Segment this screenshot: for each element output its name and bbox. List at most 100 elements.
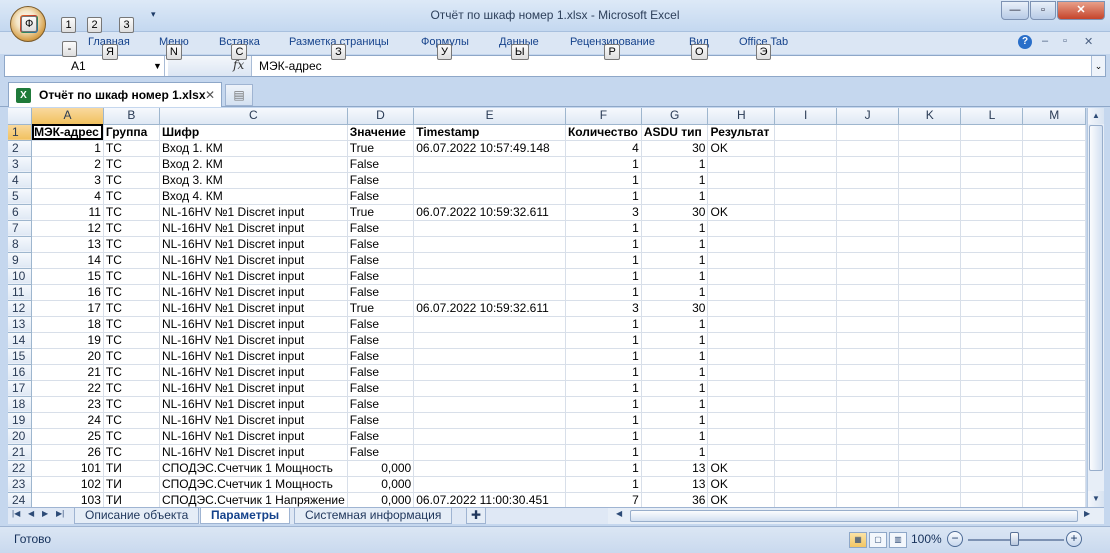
cell[interactable]: ТС	[103, 236, 160, 253]
cell[interactable]: 1	[641, 220, 709, 237]
column-header[interactable]: H	[707, 108, 776, 125]
cell[interactable]	[1022, 412, 1086, 429]
cell[interactable]: ТС	[103, 252, 160, 269]
sheet-tab-system-info[interactable]: Системная информация	[294, 508, 453, 524]
cell[interactable]	[413, 332, 566, 349]
cell[interactable]: 15	[31, 268, 104, 285]
cell[interactable]: NL-16HV №1 Discret input	[159, 284, 348, 301]
cell[interactable]	[898, 460, 962, 477]
row-header[interactable]: 23	[8, 476, 33, 493]
cell[interactable]: 13	[641, 476, 709, 493]
prev-sheet-icon[interactable]: ◀	[28, 509, 34, 518]
tab-insert[interactable]: Вставка С	[219, 36, 260, 60]
cell[interactable]: 1	[641, 316, 709, 333]
cell[interactable]	[960, 380, 1024, 397]
cell[interactable]	[836, 204, 900, 221]
row-header[interactable]: 18	[8, 396, 33, 413]
cell[interactable]: False	[347, 444, 415, 461]
cell[interactable]	[413, 188, 566, 205]
cell[interactable]: 103	[31, 492, 104, 507]
row-header[interactable]: 2	[8, 140, 33, 157]
cell[interactable]: 06.07.2022 10:57:49.148	[413, 140, 566, 157]
cell[interactable]: 0,000	[347, 460, 415, 477]
cell[interactable]	[774, 172, 838, 189]
cell[interactable]	[413, 172, 566, 189]
cell[interactable]	[960, 268, 1024, 285]
cell[interactable]	[898, 380, 962, 397]
cell[interactable]: 1	[565, 316, 642, 333]
cell[interactable]	[960, 428, 1024, 445]
cell[interactable]: 1	[565, 348, 642, 365]
cell[interactable]	[960, 364, 1024, 381]
cell[interactable]: 1	[641, 348, 709, 365]
cell[interactable]: NL-16HV №1 Discret input	[159, 444, 348, 461]
cell[interactable]: 1	[641, 252, 709, 269]
cell[interactable]	[836, 236, 900, 253]
cell[interactable]: МЭК-адрес	[31, 124, 104, 141]
cell[interactable]: 1	[565, 460, 642, 477]
tab-page-layout[interactable]: Разметка страницы З	[289, 36, 389, 60]
tab-review[interactable]: Рецензирование Р	[570, 36, 655, 60]
cell[interactable]: OK	[707, 140, 776, 157]
cell[interactable]: ASDU тип	[641, 124, 709, 141]
row-header[interactable]: 20	[8, 428, 33, 445]
insert-sheet-icon[interactable]: ✚	[466, 508, 487, 524]
tab-formulas[interactable]: Формулы У	[421, 36, 469, 60]
row-header[interactable]: 12	[8, 300, 33, 317]
expand-formula-bar-icon[interactable]: ⌄	[1091, 56, 1105, 76]
cell[interactable]	[960, 156, 1024, 173]
cell[interactable]: NL-16HV №1 Discret input	[159, 348, 348, 365]
column-header[interactable]: B	[103, 108, 160, 125]
cell[interactable]: 13	[641, 460, 709, 477]
cell[interactable]: СПОДЭС.Счетчик 1 Мощность	[159, 476, 348, 493]
maximize-button[interactable]: ▫	[1030, 1, 1056, 20]
cell[interactable]: 19	[31, 332, 104, 349]
cell[interactable]	[774, 140, 838, 157]
normal-view-icon[interactable]: ▦	[849, 532, 867, 548]
zoom-in-icon[interactable]: +	[1066, 531, 1082, 547]
cell[interactable]: ТС	[103, 348, 160, 365]
cell[interactable]: NL-16HV №1 Discret input	[159, 316, 348, 333]
cell[interactable]	[836, 348, 900, 365]
cell[interactable]: 30	[641, 204, 709, 221]
cell[interactable]: NL-16HV №1 Discret input	[159, 364, 348, 381]
cell[interactable]: ТС	[103, 444, 160, 461]
cell[interactable]: 4	[31, 188, 104, 205]
cell[interactable]: Шифр	[159, 124, 348, 141]
cell[interactable]	[413, 284, 566, 301]
cell[interactable]	[413, 220, 566, 237]
row-header[interactable]: 21	[8, 444, 33, 461]
cell[interactable]	[774, 444, 838, 461]
cell[interactable]	[774, 220, 838, 237]
cell[interactable]	[898, 220, 962, 237]
cell[interactable]	[836, 364, 900, 381]
close-icon[interactable]: ✕	[205, 83, 215, 107]
first-sheet-icon[interactable]: |◀	[12, 509, 20, 518]
cell[interactable]	[707, 412, 776, 429]
cell[interactable]: ТИ	[103, 492, 160, 507]
cell[interactable]	[898, 252, 962, 269]
cell[interactable]	[1022, 172, 1086, 189]
tab-office-tab[interactable]: Office Tab Э	[739, 36, 788, 60]
cell[interactable]	[413, 476, 566, 493]
cell[interactable]	[707, 172, 776, 189]
close-workbook-icon[interactable]: ✕	[1084, 35, 1093, 48]
cell[interactable]	[836, 396, 900, 413]
cell[interactable]	[774, 396, 838, 413]
cell[interactable]: True	[347, 300, 415, 317]
cell[interactable]	[898, 364, 962, 381]
cell[interactable]: 102	[31, 476, 104, 493]
cell[interactable]: False	[347, 188, 415, 205]
formula-input[interactable]: МЭК-адрес	[259, 56, 322, 76]
cell[interactable]: 0,000	[347, 492, 415, 507]
cell[interactable]: 3	[565, 204, 642, 221]
cell[interactable]: 0,000	[347, 476, 415, 493]
cell[interactable]: 26	[31, 444, 104, 461]
cell[interactable]	[960, 300, 1024, 317]
cell[interactable]: 1	[565, 364, 642, 381]
cell[interactable]	[960, 236, 1024, 253]
cell[interactable]	[707, 348, 776, 365]
worksheet-grid[interactable]: A B C D E F G H I J K L M 1 МЭК-адрес Груп…	[8, 108, 1086, 507]
row-header[interactable]: 22	[8, 460, 33, 477]
cell[interactable]: 1	[641, 172, 709, 189]
